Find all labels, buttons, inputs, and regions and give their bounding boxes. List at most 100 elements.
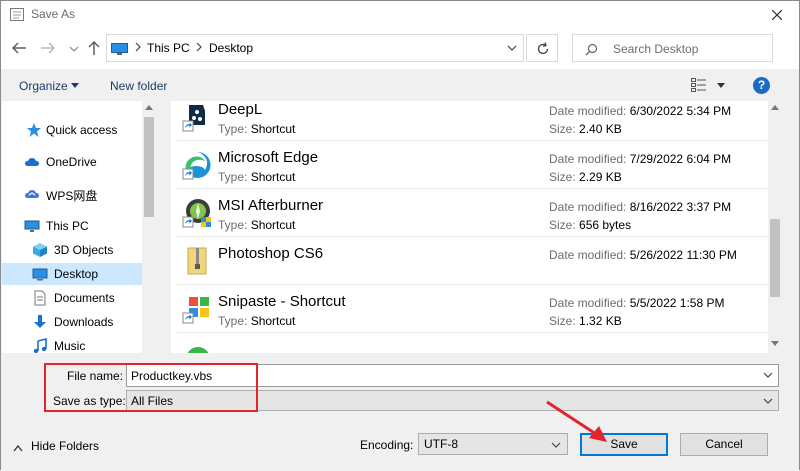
view-options-icon[interactable]: [691, 78, 707, 92]
up-folder-icon[interactable]: [85, 39, 103, 57]
back-icon[interactable]: [10, 39, 28, 57]
sidebar-item-onedrive[interactable]: OneDrive: [2, 151, 142, 173]
chevron-up-icon: [13, 444, 23, 452]
breadcrumb-desktop[interactable]: Desktop: [209, 41, 253, 55]
file-size: Size: 656 bytes: [549, 218, 632, 232]
sidebar-scrollbar[interactable]: [142, 101, 156, 353]
scrollbar-thumb[interactable]: [144, 117, 154, 217]
forward-icon[interactable]: [39, 39, 57, 57]
file-name: Snipaste - Shortcut: [218, 293, 346, 310]
sidebar-item-label: Desktop: [54, 267, 99, 281]
this-pc-icon: [111, 43, 128, 55]
encoding-value: UTF-8: [424, 437, 458, 451]
download-icon: [34, 315, 46, 328]
navigation-bar: This PC Desktop Search Desktop: [1, 29, 799, 69]
file-type: Type: Shortcut: [218, 314, 296, 328]
file-size: Size: 2.40 KB: [549, 122, 622, 136]
highlight-box: [44, 363, 258, 412]
sidebar-item-music[interactable]: Music: [2, 335, 142, 353]
sidebar-item-label: Music: [54, 339, 86, 353]
file-list: DeepL Type: Shortcut Date modified: 6/30…: [171, 101, 768, 353]
sidebar-item-label: Documents: [54, 291, 115, 305]
file-type: Type: Shortcut: [218, 170, 296, 184]
annotation-arrow-icon: [546, 400, 607, 442]
file-size: Size: 1.32 KB: [549, 314, 622, 328]
file-size: Size: 2.29 KB: [549, 170, 622, 184]
file-row-deepl[interactable]: DeepL Type: Shortcut Date modified: 6/30…: [177, 101, 768, 141]
sidebar-item-wps-cloud[interactable]: WPS网盘: [2, 183, 142, 205]
sidebar-item-this-pc[interactable]: This PC: [2, 215, 142, 237]
chevron-down-icon[interactable]: [763, 398, 773, 404]
hide-folders-label: Hide Folders: [31, 439, 100, 453]
refresh-button[interactable]: [526, 34, 558, 62]
sidebar-item-quick-access[interactable]: Quick access: [2, 119, 142, 141]
star-icon: [27, 123, 41, 137]
cube-icon: [33, 243, 47, 257]
close-icon: [772, 10, 782, 20]
sidebar-item-downloads[interactable]: Downloads: [2, 311, 142, 333]
file-row-microsoft-edge[interactable]: Microsoft Edge Type: Shortcut Date modif…: [177, 141, 768, 189]
file-row-partial[interactable]: [177, 333, 768, 353]
file-name: DeepL: [218, 101, 263, 118]
zip-folder-icon: [187, 247, 207, 275]
sidebar-item-documents[interactable]: Documents: [2, 287, 142, 309]
file-date-modified: Date modified: 7/29/2022 6:04 PM: [549, 152, 732, 166]
file-list-scrollbar[interactable]: [768, 101, 782, 353]
file-type: Type: Shortcut: [218, 122, 296, 136]
notepad-icon: [10, 8, 24, 21]
recent-locations-icon[interactable]: [65, 39, 83, 57]
search-box[interactable]: Search Desktop: [572, 34, 773, 62]
close-button[interactable]: [755, 1, 799, 29]
hide-folders-toggle[interactable]: Hide Folders: [13, 439, 99, 455]
chevron-down-icon[interactable]: [763, 372, 773, 378]
pc-icon: [24, 220, 40, 232]
file-date-modified: Date modified: 6/30/2022 5:34 PM: [549, 104, 732, 118]
window-title: Save As: [31, 7, 76, 21]
file-name: MSI Afterburner: [218, 197, 324, 214]
search-placeholder: Search Desktop: [613, 42, 699, 56]
document-icon: [34, 290, 46, 306]
sidebar-item-3d-objects[interactable]: 3D Objects: [2, 239, 142, 261]
refresh-icon: [537, 42, 549, 55]
file-row-photoshop-cs6[interactable]: Photoshop CS6 Date modified: 5/26/2022 1…: [177, 237, 768, 285]
chevron-down-icon[interactable]: [507, 45, 517, 51]
help-button[interactable]: ?: [753, 77, 770, 94]
sidebar-item-label: Quick access: [46, 123, 118, 137]
file-name: Microsoft Edge: [218, 149, 319, 166]
sidebar-item-desktop[interactable]: Desktop: [2, 263, 142, 285]
scroll-up-icon[interactable]: [771, 105, 779, 110]
breadcrumb-this-pc[interactable]: This PC: [147, 41, 190, 55]
app-icon: [187, 347, 209, 353]
breadcrumb-separator-icon: [196, 42, 202, 52]
sidebar-item-label: WPS网盘: [46, 189, 98, 203]
sidebar-item-label: This PC: [46, 219, 89, 233]
chevron-down-icon[interactable]: [71, 83, 79, 88]
sidebar-item-label: Downloads: [54, 315, 114, 329]
file-row-snipaste[interactable]: Snipaste - Shortcut Type: Shortcut Date …: [177, 285, 768, 333]
file-type: Type: Shortcut: [218, 218, 296, 232]
chevron-down-icon[interactable]: [717, 83, 725, 88]
save-as-dialog: Save As This PC Desktop Search Desktop O…: [0, 0, 800, 471]
wps-cloud-icon: [25, 190, 39, 198]
file-date-modified: Date modified: 5/26/2022 11:30 PM: [549, 248, 737, 262]
cloud-icon: [25, 158, 39, 166]
address-bar[interactable]: This PC Desktop: [106, 34, 524, 62]
new-folder-button[interactable]: New folder: [110, 79, 167, 93]
navigation-pane: Quick access OneDrive WPS网盘 This PC 3D O…: [2, 101, 156, 353]
title-bar: Save As: [1, 1, 799, 29]
cancel-button[interactable]: Cancel: [680, 433, 768, 456]
scroll-down-icon[interactable]: [771, 341, 779, 346]
command-bar: Organize New folder ?: [1, 69, 799, 101]
scrollbar-thumb[interactable]: [770, 219, 780, 297]
edge-icon: [182, 151, 211, 180]
file-date-modified: Date modified: 5/5/2022 1:58 PM: [549, 296, 725, 310]
scroll-up-icon[interactable]: [145, 105, 153, 110]
search-icon: [585, 43, 598, 56]
file-row-msi-afterburner[interactable]: MSI Afterburner Type: Shortcut Date modi…: [177, 189, 768, 237]
desktop-icon: [32, 268, 48, 281]
organize-menu[interactable]: Organize: [19, 79, 68, 93]
encoding-label: Encoding:: [360, 438, 414, 452]
msi-afterburner-icon: [182, 199, 211, 228]
deepl-icon: [182, 105, 205, 132]
sidebar-item-label: 3D Objects: [54, 243, 114, 257]
